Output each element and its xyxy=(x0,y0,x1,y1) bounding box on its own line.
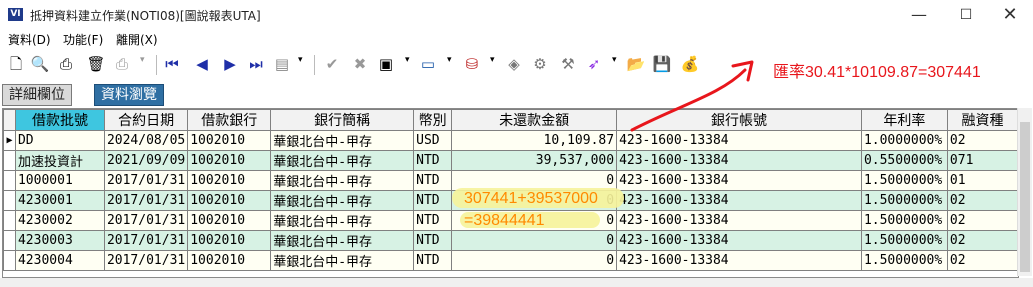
annotation-arrow xyxy=(630,60,754,132)
